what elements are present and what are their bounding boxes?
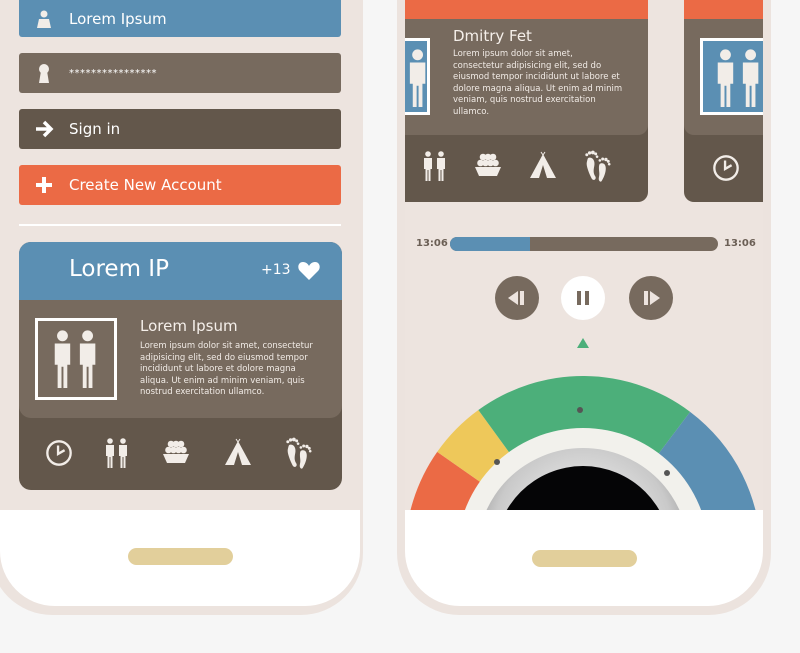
previous-icon <box>508 291 524 305</box>
heart-icon[interactable] <box>298 261 320 284</box>
people-icon[interactable] <box>105 438 129 468</box>
fruit-bowl-icon[interactable] <box>161 438 191 468</box>
profile-card-body: Dmitry Fet Lorem ipsum dolor sit amet, c… <box>405 19 648 135</box>
plus-icon <box>19 176 69 194</box>
people-icon[interactable] <box>423 151 447 181</box>
create-account-button[interactable]: Create New Account <box>19 165 341 205</box>
profile-card-header <box>405 0 648 19</box>
home-button[interactable] <box>532 550 637 567</box>
tent-icon[interactable] <box>528 151 558 181</box>
sign-in-button[interactable]: Sign in <box>19 109 341 149</box>
screw <box>577 407 583 413</box>
progress-fill <box>450 237 531 251</box>
second-card <box>684 0 763 202</box>
pause-icon <box>577 291 589 305</box>
second-card-image <box>700 38 763 115</box>
footprints-icon[interactable] <box>584 149 612 183</box>
second-card-header <box>684 0 763 19</box>
clock-icon[interactable] <box>712 154 740 182</box>
sign-in-label: Sign in <box>69 120 121 138</box>
login-screen: Lorem Ipsum **************** Sign in Cre… <box>0 0 360 510</box>
profile-image <box>405 38 430 115</box>
card-header: Lorem IP +13 <box>19 242 342 300</box>
profile-name: Dmitry Fet <box>453 27 532 45</box>
gauge-pointer <box>577 338 589 348</box>
card-subtitle: Lorem Ipsum <box>140 317 238 335</box>
profile-icon-row <box>410 148 625 184</box>
arrow-right-icon <box>19 120 69 138</box>
next-button[interactable] <box>629 276 673 320</box>
people-icon <box>52 330 100 388</box>
card-text: Lorem ipsum dolor sit amet, consectetur … <box>140 341 313 397</box>
password-value: **************** <box>69 67 157 79</box>
card-title: Lorem IP <box>69 256 169 282</box>
fruit-bowl-icon[interactable] <box>473 151 503 181</box>
username-field[interactable]: Lorem Ipsum <box>19 0 341 37</box>
second-card-body <box>684 19 763 135</box>
progress-bar[interactable] <box>450 237 718 251</box>
previous-button[interactable] <box>495 276 539 320</box>
elapsed-time: 13:06 <box>416 238 448 249</box>
home-button[interactable] <box>128 548 233 565</box>
card-body: Lorem Ipsum Lorem ipsum dolor sit amet, … <box>19 300 342 418</box>
tent-icon[interactable] <box>223 438 253 468</box>
like-count: +13 <box>261 262 291 278</box>
username-value: Lorem Ipsum <box>69 9 167 28</box>
info-card: Lorem IP +13 Lorem Ipsum Lorem ipsum dol… <box>19 242 342 490</box>
player-screen: Dmitry Fet Lorem ipsum dolor sit amet, c… <box>405 0 763 510</box>
next-icon <box>644 291 660 305</box>
total-time: 13:06 <box>724 238 756 249</box>
image-frame <box>35 318 117 400</box>
profile-card: Dmitry Fet Lorem ipsum dolor sit amet, c… <box>405 0 648 202</box>
create-account-label: Create New Account <box>69 176 222 194</box>
profile-text: Lorem ipsum dolor sit amet, consectetur … <box>453 49 623 117</box>
user-icon <box>19 10 69 28</box>
keyhole-icon <box>19 63 69 83</box>
volume-gauge[interactable] <box>405 330 763 510</box>
clock-icon[interactable] <box>45 439 73 467</box>
pause-button[interactable] <box>561 276 605 320</box>
footprints-icon[interactable] <box>285 436 313 470</box>
card-icon-row <box>29 435 329 471</box>
screw <box>664 470 670 476</box>
divider <box>19 224 341 226</box>
password-field[interactable]: **************** <box>19 53 341 93</box>
screw <box>494 459 500 465</box>
